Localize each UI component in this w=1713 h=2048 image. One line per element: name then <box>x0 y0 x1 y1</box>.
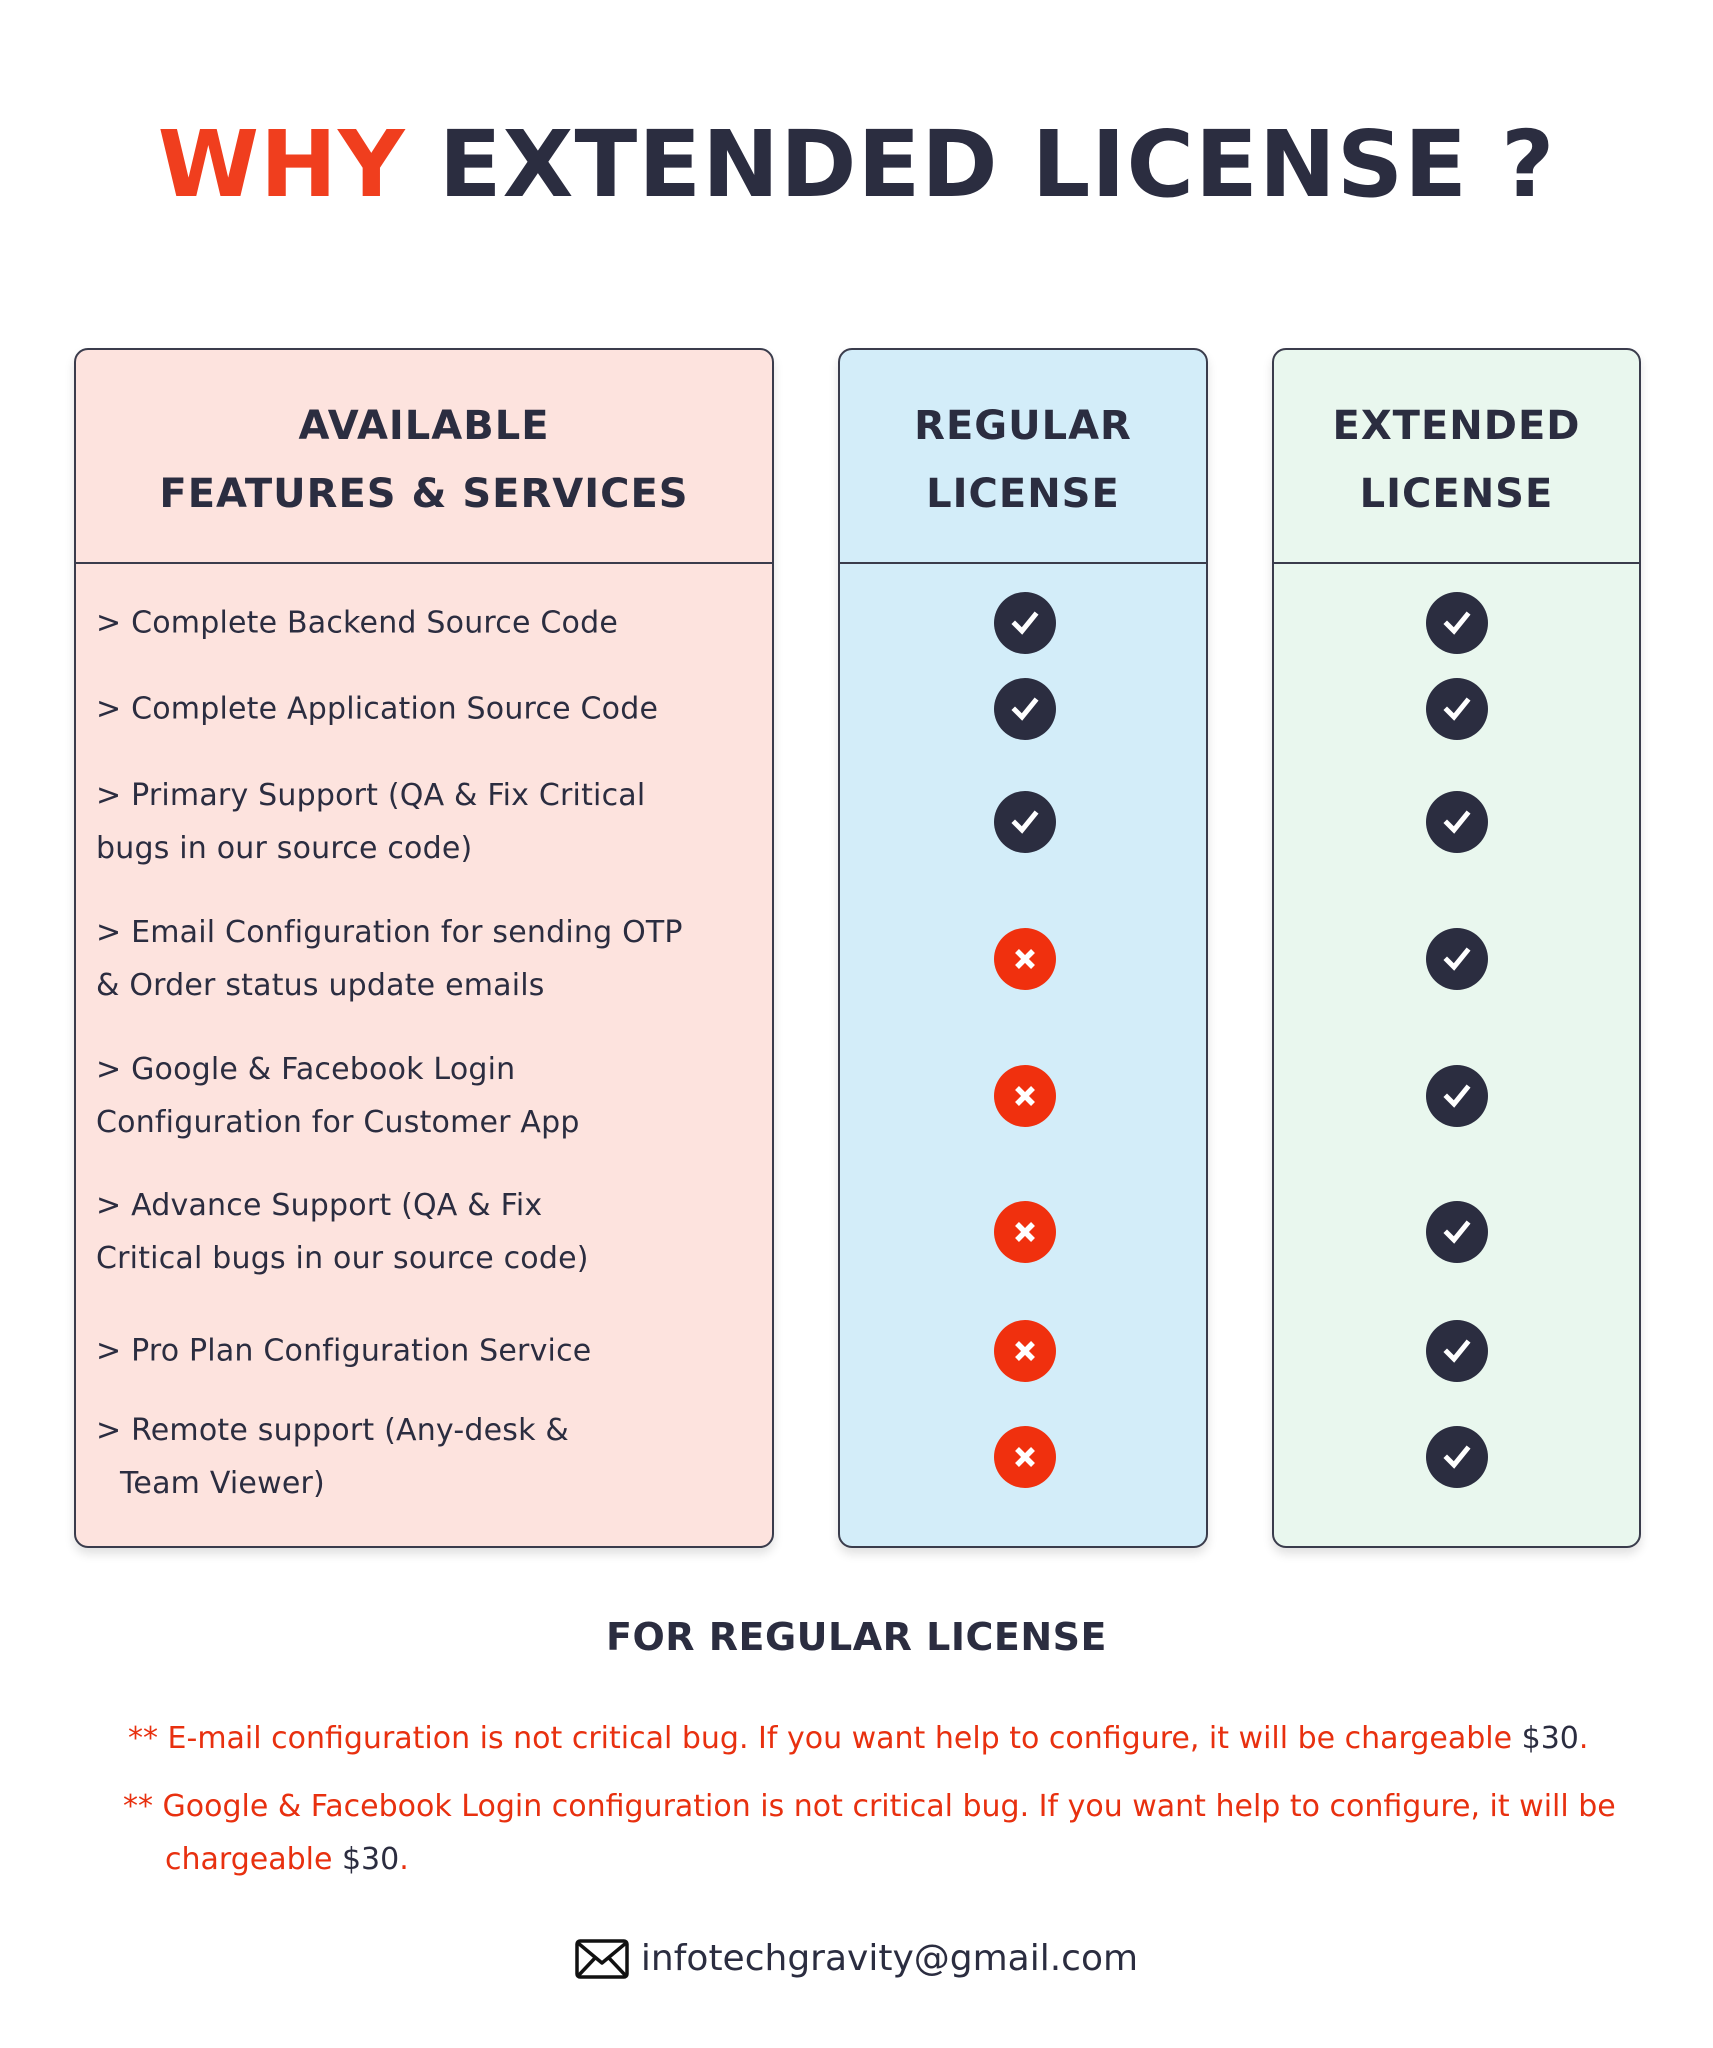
feature-row: > Google & Facebook Login Configuration f… <box>96 1043 752 1149</box>
title-main: EXTENDED LICENSE ? <box>438 111 1556 218</box>
regular-license-panel: REGULAR LICENSE <box>838 348 1208 1548</box>
social-login-note-cont-text: chargeable <box>165 1842 342 1877</box>
feature-line: Team Viewer) <box>120 1466 325 1501</box>
check-circle-icon <box>1426 1065 1488 1127</box>
feature-line: > Email Configuration for sending OTP <box>96 915 683 950</box>
feature-line: > Complete Application Source Code <box>96 691 659 727</box>
feature-row: > Advance Support (QA & Fix Critical bugs… <box>96 1179 752 1285</box>
feature-line: Configuration for Customer App <box>96 1105 580 1140</box>
feature-line: > Complete Backend Source Code <box>96 605 618 641</box>
feature-line: > Remote support (Any-desk & <box>96 1413 570 1448</box>
feature-row: > Complete Backend Source Code <box>96 597 752 650</box>
regular-header-line1: REGULAR <box>914 403 1132 449</box>
features-header-line1: AVAILABLE <box>298 403 550 449</box>
cross-circle-icon <box>994 1201 1056 1263</box>
check-circle-icon <box>1426 678 1488 740</box>
email-address[interactable]: infotechgravity@gmail.com <box>641 1934 1138 1984</box>
feature-line: > Pro Plan Configuration Service <box>96 1333 592 1369</box>
envelope-icon <box>575 1939 629 1979</box>
check-circle-icon <box>1426 1201 1488 1263</box>
social-login-note-end: . <box>399 1842 409 1877</box>
regular-header-line2: LICENSE <box>926 471 1120 517</box>
feature-row: > Pro Plan Configuration Service <box>96 1325 752 1378</box>
check-circle-icon <box>994 592 1056 654</box>
contact-email[interactable]: infotechgravity@gmail.com <box>0 1934 1713 1984</box>
check-circle-icon <box>994 791 1056 853</box>
social-login-price: $30 <box>341 1842 400 1877</box>
extended-header-line2: LICENSE <box>1359 471 1554 517</box>
social-login-note: ** Google & Facebook Login configuration… <box>123 1780 1683 1886</box>
check-circle-icon <box>1426 1426 1488 1488</box>
features-header: AVAILABLE FEATURES & SERVICES <box>76 350 772 564</box>
page-title: WHY EXTENDED LICENSE ? <box>0 105 1713 225</box>
check-circle-icon <box>1426 1320 1488 1382</box>
cross-circle-icon <box>994 1320 1056 1382</box>
extended-license-panel: EXTENDED LICENSE <box>1272 348 1641 1548</box>
feature-row: > Remote support (Any-desk & Team Viewer) <box>96 1404 752 1510</box>
feature-line: > Google & Facebook Login <box>96 1052 516 1087</box>
check-circle-icon <box>1426 928 1488 990</box>
features-header-line2: FEATURES & SERVICES <box>159 471 689 517</box>
email-config-note-text: ** E-mail configuration is not critical … <box>128 1721 1522 1756</box>
feature-line: > Advance Support (QA & Fix <box>96 1188 543 1223</box>
extended-header: EXTENDED LICENSE <box>1274 350 1639 564</box>
email-config-price: $30 <box>1521 1721 1579 1756</box>
email-config-note: ** E-mail configuration is not critical … <box>128 1712 1688 1765</box>
check-circle-icon <box>994 678 1056 740</box>
extended-header-line1: EXTENDED <box>1332 403 1581 449</box>
features-panel: AVAILABLE FEATURES & SERVICES > Complete… <box>74 348 774 1548</box>
feature-row: > Primary Support (QA & Fix Critical bugs… <box>96 769 752 875</box>
title-accent: WHY <box>157 111 406 218</box>
feature-row: > Complete Application Source Code <box>96 683 752 736</box>
email-config-note-end: . <box>1578 1721 1589 1756</box>
feature-line: & Order status update emails <box>96 968 545 1003</box>
check-circle-icon <box>1426 791 1488 853</box>
feature-line: > Primary Support (QA & Fix Critical <box>96 778 646 813</box>
cross-circle-icon <box>994 1426 1056 1488</box>
feature-line: Critical bugs in our source code) <box>96 1241 589 1276</box>
social-login-note-text: ** Google & Facebook Login configuration… <box>123 1789 1616 1824</box>
check-circle-icon <box>1426 592 1488 654</box>
cross-circle-icon <box>994 1065 1056 1127</box>
feature-row: > Email Configuration for sending OTP & O… <box>96 906 752 1012</box>
social-login-note-cont: chargeable $30. <box>123 1833 1683 1886</box>
cross-circle-icon <box>994 928 1056 990</box>
regular-header: REGULAR LICENSE <box>840 350 1206 564</box>
feature-line: bugs in our source code) <box>96 831 473 866</box>
regular-license-notes-title: FOR REGULAR LICENSE <box>606 1615 1107 1659</box>
